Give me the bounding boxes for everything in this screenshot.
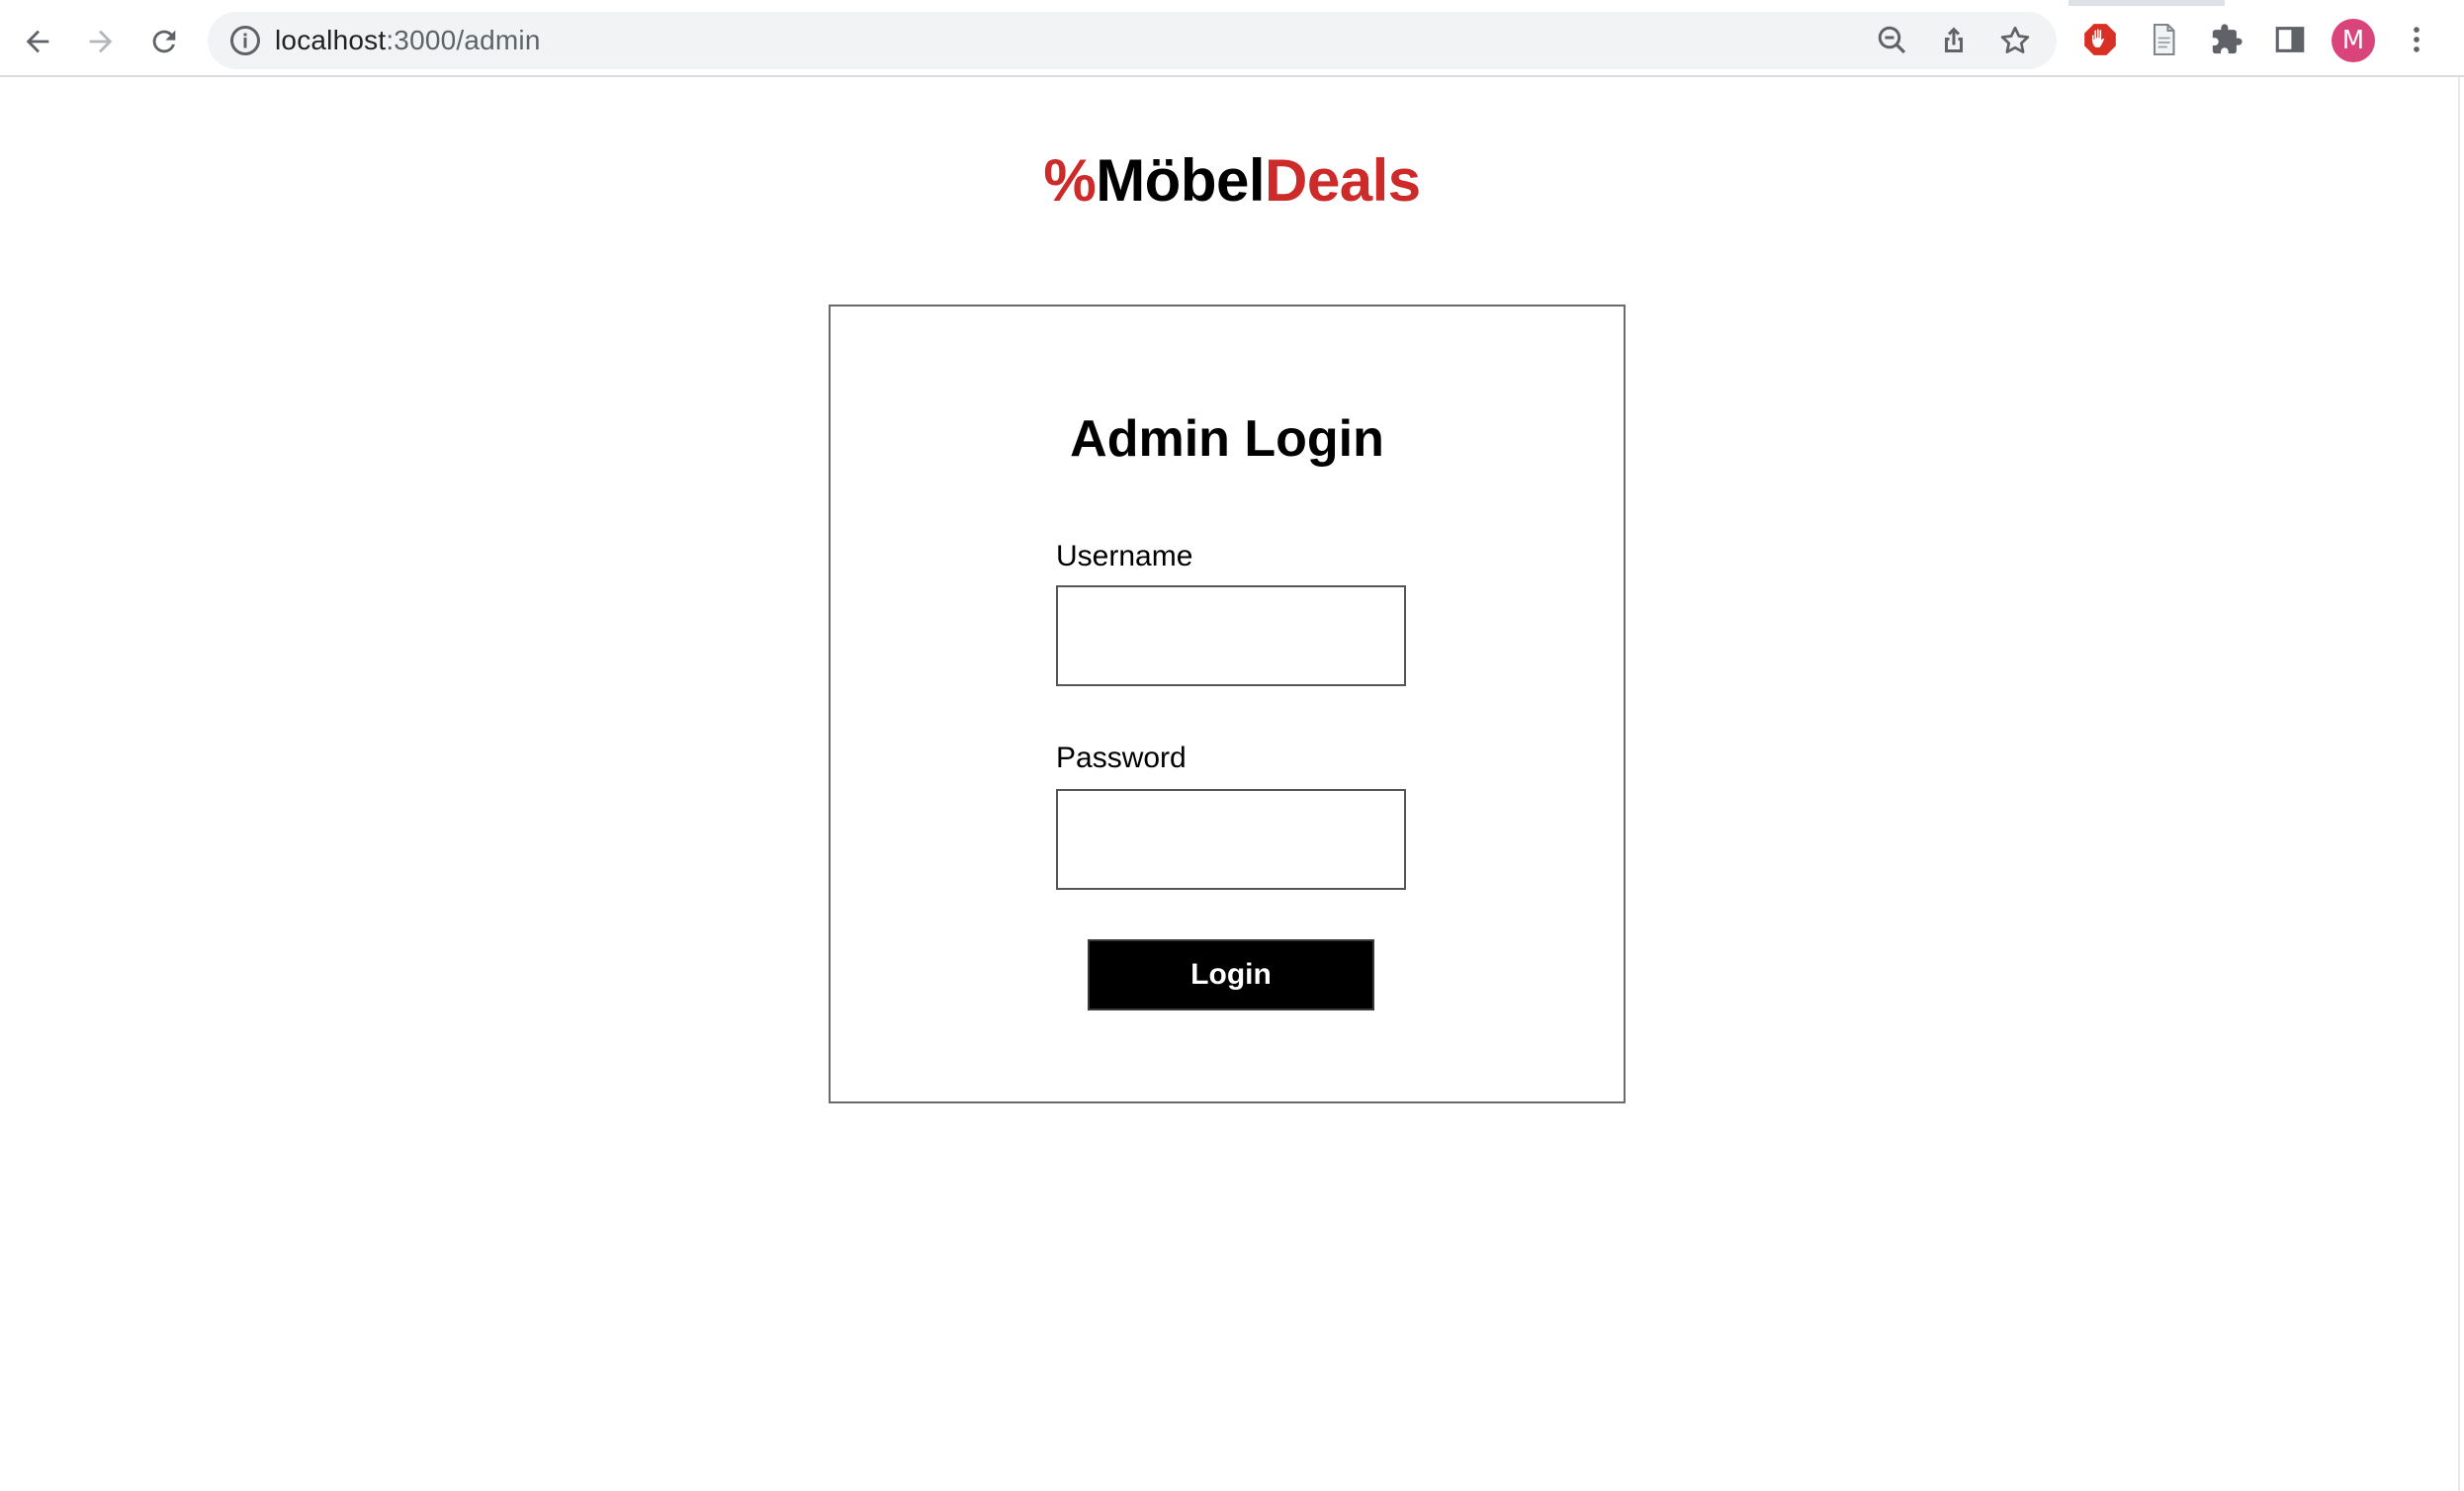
kebab-menu-icon xyxy=(2414,27,2420,52)
site-logo[interactable]: %MöbelDeals xyxy=(0,146,2464,215)
logo-text-deals: Deals xyxy=(1265,147,1421,214)
logo-percent-symbol: % xyxy=(1043,147,1097,214)
document-icon xyxy=(2153,23,2175,56)
url-path: :3000/admin xyxy=(386,25,541,55)
logo-text-mobel: Möbel xyxy=(1096,147,1266,214)
reader-extension-button[interactable] xyxy=(2144,20,2183,59)
back-arrow-icon xyxy=(26,30,49,53)
puzzle-icon xyxy=(2212,24,2243,54)
address-bar[interactable]: localhost:3000/admin xyxy=(208,12,2057,69)
login-title: Admin Login xyxy=(1070,410,1384,468)
adblock-hand-icon xyxy=(2084,24,2116,55)
login-card: Admin Login Username Password Login xyxy=(829,305,1626,1103)
star-icon[interactable] xyxy=(1997,23,2033,58)
forward-arrow-icon xyxy=(89,30,113,53)
share-icon[interactable] xyxy=(1936,23,1972,58)
zoom-out-icon[interactable] xyxy=(1875,23,1910,58)
username-label: Username xyxy=(1056,540,1193,572)
active-tab-edge xyxy=(0,0,2068,6)
side-panel-icon xyxy=(2275,27,2305,52)
adblock-extension-button[interactable] xyxy=(2080,20,2120,59)
tab-edge xyxy=(2225,0,2464,6)
side-panel-button[interactable] xyxy=(2270,20,2310,59)
url-text[interactable]: localhost:3000/admin xyxy=(275,12,541,69)
extensions-button[interactable] xyxy=(2207,20,2246,59)
info-icon[interactable] xyxy=(227,23,263,58)
reload-button[interactable] xyxy=(138,16,190,67)
profile-avatar[interactable]: M xyxy=(2332,19,2375,62)
forward-button[interactable] xyxy=(75,16,127,67)
browser-toolbar: localhost:3000/admin M xyxy=(0,0,2464,77)
username-input[interactable] xyxy=(1056,585,1406,686)
browser-menu-button[interactable] xyxy=(2397,20,2436,59)
password-input[interactable] xyxy=(1056,789,1406,890)
reload-icon xyxy=(152,30,176,53)
url-host: localhost xyxy=(275,25,387,55)
back-button[interactable] xyxy=(12,16,63,67)
login-button[interactable]: Login xyxy=(1088,939,1374,1010)
tab-strip xyxy=(0,0,2464,6)
scrollbar-edge xyxy=(2458,77,2460,1491)
password-label: Password xyxy=(1056,742,1187,774)
